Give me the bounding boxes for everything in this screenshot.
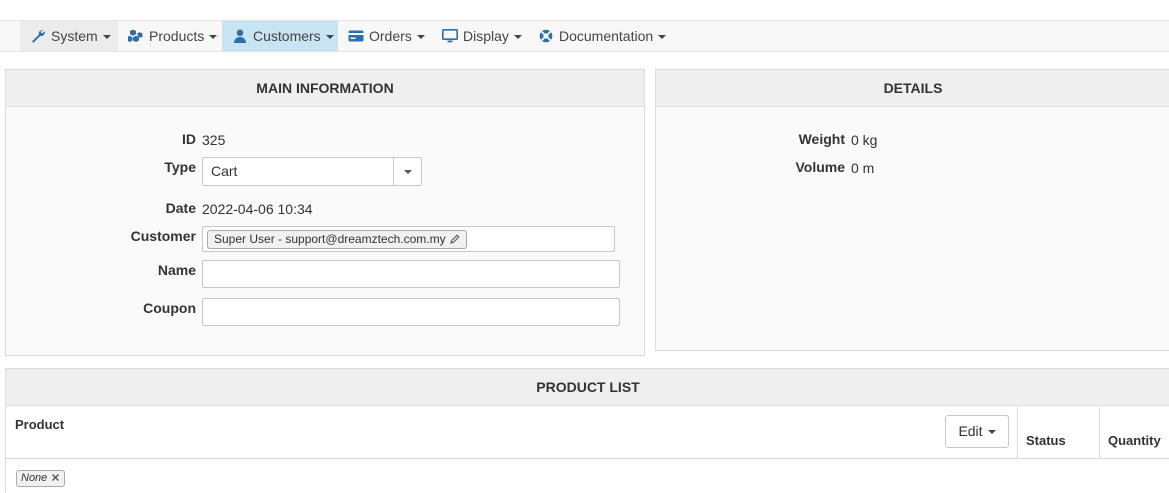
nav-documentation[interactable]: Documentation <box>528 21 670 51</box>
nav-display-label: Display <box>463 28 509 44</box>
weight-value: 0 kg <box>851 132 878 148</box>
close-icon[interactable] <box>47 472 60 484</box>
details-title: DETAILS <box>656 70 1169 107</box>
customer-field[interactable]: Super User - support@dreamztech.com.my <box>202 226 615 252</box>
main-information-panel: MAIN INFORMATION ID 325 Type Cart Date 2… <box>5 69 645 356</box>
edit-button[interactable]: Edit <box>945 415 1009 448</box>
nav-system-label: System <box>51 28 98 44</box>
customer-tag-label: Super User - support@dreamztech.com.my <box>214 232 446 246</box>
chevron-down-icon <box>416 35 425 39</box>
chevron-down-icon <box>209 35 218 39</box>
details-panel: DETAILS Weight 0 kg Volume 0 m <box>655 69 1169 351</box>
type-select[interactable]: Cart <box>202 157 422 186</box>
weight-label: Weight <box>798 131 845 147</box>
column-header-status: Status <box>1026 433 1066 448</box>
type-select-value: Cart <box>211 163 238 179</box>
filter-tag[interactable]: None <box>16 470 66 487</box>
chevron-down-icon <box>404 170 412 174</box>
nav-orders[interactable]: Orders <box>338 21 432 51</box>
main-information-title: MAIN INFORMATION <box>6 70 644 107</box>
product-filter-row: None <box>6 460 1169 493</box>
volume-label: Volume <box>795 159 845 175</box>
lifebuoy-icon <box>538 23 554 43</box>
chevron-down-icon <box>102 35 111 39</box>
volume-value: 0 m <box>851 160 875 176</box>
filter-tag-label: None <box>21 472 48 484</box>
column-header-quantity: Quantity <box>1108 433 1161 448</box>
monitor-icon <box>442 23 458 43</box>
type-select-toggle[interactable] <box>393 158 421 185</box>
column-header-product: Product <box>15 417 65 432</box>
date-value: 2022-04-06 10:34 <box>202 201 313 217</box>
product-list-title: PRODUCT LIST <box>6 369 1169 406</box>
chevron-down-icon <box>325 35 334 39</box>
nav-products[interactable]: Products <box>118 21 222 51</box>
date-label: Date <box>165 200 196 216</box>
cubes-icon <box>128 23 144 42</box>
nav-system[interactable]: System <box>20 21 118 51</box>
edit-button-label: Edit <box>958 423 983 439</box>
nav-display[interactable]: Display <box>432 21 528 51</box>
chevron-down-icon <box>987 430 996 434</box>
id-value: 325 <box>202 132 226 148</box>
customer-label: Customer <box>130 228 196 244</box>
pencil-icon[interactable] <box>446 232 460 246</box>
top-navbar: System Products Customers Orders Display… <box>0 20 1169 52</box>
product-list-panel: PRODUCT LIST Product Edit Status Quantit… <box>5 368 1169 493</box>
customer-tag[interactable]: Super User - support@dreamztech.com.my <box>207 230 467 249</box>
nav-customers[interactable]: Customers <box>222 21 338 51</box>
name-input[interactable] <box>202 260 620 288</box>
wrench-icon <box>30 23 46 43</box>
nav-customers-label: Customers <box>253 28 321 44</box>
nav-documentation-label: Documentation <box>559 28 654 44</box>
nav-products-label: Products <box>149 28 205 44</box>
type-label: Type <box>164 159 196 175</box>
user-icon <box>232 23 248 43</box>
product-table-header: Product Edit Status Quantity <box>6 407 1169 459</box>
coupon-label: Coupon <box>143 300 196 316</box>
chevron-down-icon <box>658 35 667 39</box>
name-label: Name <box>157 262 196 278</box>
coupon-input[interactable] <box>202 298 620 326</box>
column-divider <box>1017 407 1018 459</box>
id-label: ID <box>182 131 196 147</box>
chevron-down-icon <box>513 35 522 39</box>
nav-orders-label: Orders <box>369 28 412 44</box>
credit-card-icon <box>348 23 364 42</box>
column-divider <box>1099 407 1100 459</box>
